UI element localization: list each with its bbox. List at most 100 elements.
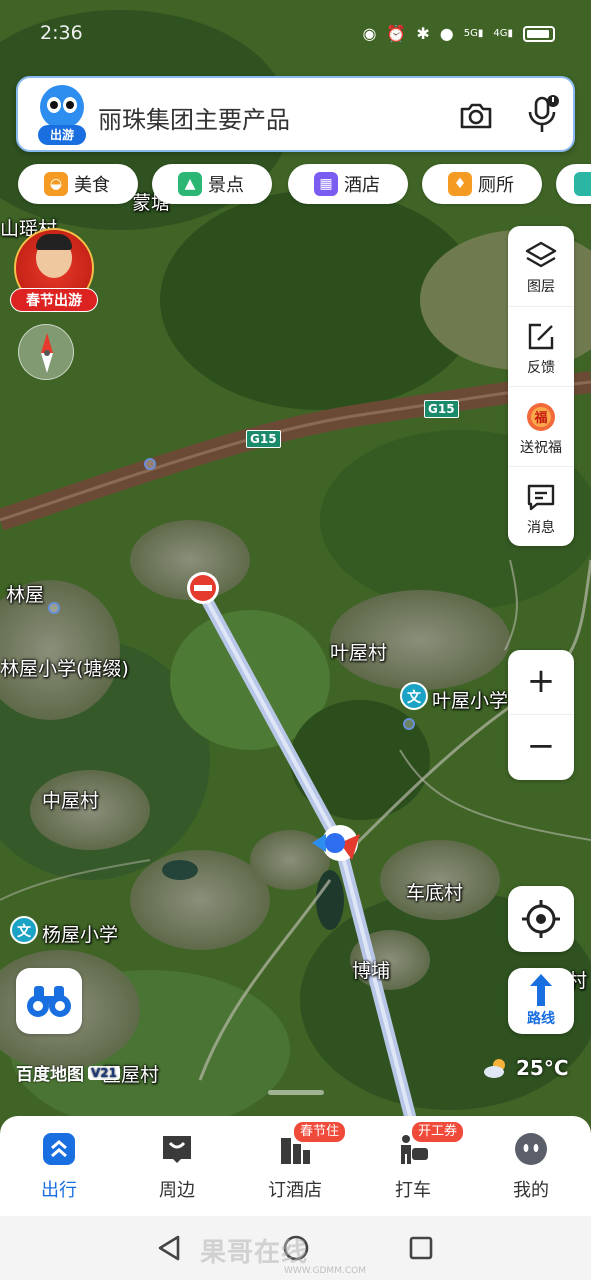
tool-panel: 图层 反馈 福 送祝福 消息 [508, 226, 574, 546]
spring-festival-badge[interactable]: 春节出游 [10, 228, 98, 316]
drawer-handle[interactable] [268, 1090, 324, 1095]
battery-icon [523, 25, 555, 42]
message-icon [527, 484, 555, 511]
message-button[interactable]: 消息 [508, 466, 574, 546]
clock: 2:36 [40, 22, 83, 44]
blessing-button[interactable]: 福 送祝福 [508, 386, 574, 466]
nav-label: 订酒店 [268, 1180, 322, 1201]
watermark-url: WWW.GDMM.COM [284, 1266, 366, 1276]
crosshair-icon [522, 900, 560, 938]
scenic-icon: ▲ [178, 172, 202, 196]
map-dot [403, 718, 415, 730]
school-poi-icon[interactable]: 文 [10, 916, 38, 944]
watermark-text: 果哥在线 [200, 1238, 309, 1268]
toilet-icon: ♦ [448, 172, 472, 196]
mascot-avatar[interactable]: 出游 [38, 85, 86, 145]
nav-badge: 开工券 [412, 1122, 464, 1142]
map-brand: 百度地图 V21 [16, 1060, 120, 1085]
mascot-hair-icon [36, 234, 72, 250]
signal-5g-icon: 5G▮ [463, 28, 484, 39]
nav-book-hotel[interactable]: 春节住 订酒店 [236, 1116, 354, 1216]
tool-label: 消息 [527, 520, 555, 536]
map-dot [144, 458, 156, 470]
brand-version: V21 [88, 1065, 120, 1080]
tool-label: 送祝福 [520, 440, 562, 456]
weather-widget[interactable]: 25°C [482, 1056, 569, 1080]
nav-nearby[interactable]: 周边 [118, 1116, 236, 1216]
compass-button[interactable] [18, 324, 74, 380]
nav-travel[interactable]: 出行 [0, 1116, 118, 1216]
status-icons: ◉ ⏰ ✱ ● 5G▮ 4G▮ [362, 24, 555, 43]
microphone-icon[interactable] [524, 94, 560, 136]
place-label[interactable]: 林屋小学(塘缀) [0, 654, 129, 681]
poi-label[interactable]: 叶屋小学 [432, 686, 508, 713]
route-arrow-icon [530, 974, 552, 1006]
route-button[interactable]: 路线 [508, 968, 574, 1034]
chip-label: 酒店 [344, 175, 380, 196]
location-icon: ● [439, 24, 454, 43]
chip-scenic[interactable]: ▲ 景点 [152, 164, 272, 204]
binoculars-icon [27, 986, 71, 1017]
search-bar[interactable]: 出游 丽珠集团主要产品 [16, 76, 575, 152]
place-label[interactable]: 车底村 [406, 878, 463, 905]
chip-toilet[interactable]: ♦ 厕所 [422, 164, 542, 204]
mascot-tag: 出游 [38, 125, 86, 145]
poi-label[interactable]: 杨屋小学 [42, 920, 118, 947]
signal-4g-icon: 4G▮ [493, 28, 513, 39]
alarm-icon: ⏰ [386, 24, 407, 43]
nav-badge: 春节住 [294, 1122, 346, 1142]
route-label: 路线 [527, 1011, 555, 1027]
status-bar: 2:36 ◉ ⏰ ✱ ● 5G▮ 4G▮ [0, 0, 591, 68]
locate-me-button[interactable] [508, 886, 574, 952]
partly-cloudy-icon [484, 1059, 505, 1078]
travel-icon [43, 1133, 75, 1165]
highway-shield: G15 [246, 430, 281, 448]
map-dot [48, 602, 60, 614]
tool-label: 图层 [527, 279, 555, 295]
watermark: 果哥在线 WWW.GDMM.COM [200, 1232, 366, 1276]
place-label[interactable]: 博埔 [352, 956, 390, 983]
more-category-icon [574, 172, 591, 196]
zoom-out-button[interactable]: − [508, 715, 574, 780]
feedback-button[interactable]: 反馈 [508, 306, 574, 386]
zoom-control: + − [508, 650, 574, 780]
bluetooth-icon: ✱ [416, 24, 430, 43]
temperature: 25°C [516, 1056, 569, 1080]
profile-icon [515, 1133, 547, 1165]
place-label[interactable]: 叶屋村 [330, 638, 387, 665]
zoom-in-button[interactable]: + [508, 650, 574, 715]
nav-label: 出行 [41, 1180, 77, 1201]
hotel-icon: ▦ [314, 172, 338, 196]
tool-label: 反馈 [527, 360, 555, 376]
nav-label: 我的 [513, 1180, 549, 1201]
layers-icon [525, 241, 557, 268]
blessing-icon: 福 [527, 403, 555, 431]
search-input[interactable]: 丽珠集团主要产品 [98, 100, 290, 135]
nav-taxi[interactable]: 开工券 打车 [354, 1116, 472, 1216]
place-label[interactable]: 林屋 [6, 580, 44, 607]
place-label[interactable]: 中屋村 [42, 786, 99, 813]
recents-icon[interactable] [408, 1234, 434, 1262]
compass-icon [41, 333, 53, 373]
svg-text:福: 福 [533, 410, 547, 426]
nearby-icon [163, 1136, 191, 1163]
category-chips: ◒ 美食 ▲ 景点 ▦ 酒店 ♦ 厕所 [18, 164, 591, 206]
back-icon[interactable] [156, 1234, 182, 1262]
feedback-icon [528, 323, 554, 350]
brand-name: 百度地图 [16, 1065, 84, 1085]
chip-more[interactable] [556, 164, 591, 204]
mascot-eye-icon [63, 97, 77, 113]
mascot-eye-icon [47, 97, 61, 113]
highway-shield: G15 [424, 400, 459, 418]
school-poi-icon[interactable]: 文 [400, 682, 428, 710]
explore-button[interactable] [16, 968, 82, 1034]
camera-icon[interactable] [458, 98, 494, 134]
chip-hotel[interactable]: ▦ 酒店 [288, 164, 408, 204]
festival-label: 春节出游 [10, 288, 98, 312]
bottom-nav: 出行 周边 春节住 订酒店 开工券 打车 我的 [0, 1116, 591, 1216]
chip-food[interactable]: ◒ 美食 [18, 164, 138, 204]
nav-label: 打车 [395, 1180, 431, 1201]
layers-button[interactable]: 图层 [508, 226, 574, 306]
nav-profile[interactable]: 我的 [472, 1116, 590, 1216]
chip-label: 景点 [208, 175, 244, 196]
